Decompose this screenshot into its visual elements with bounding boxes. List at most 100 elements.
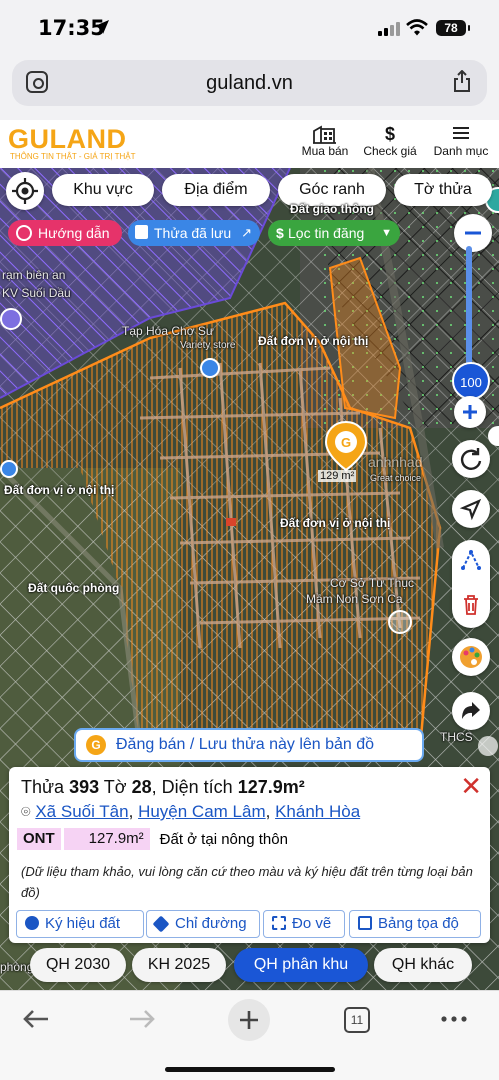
close-icon[interactable]: ✕ xyxy=(460,771,482,802)
directions-button[interactable]: Chỉ đường xyxy=(146,910,260,938)
nav-check-gia-label: Check giá xyxy=(363,144,417,158)
tab-count: 11 xyxy=(344,1007,370,1033)
checkbox-icon xyxy=(135,225,148,239)
nav-mua-ban[interactable]: Mua bán xyxy=(298,124,352,158)
url-text[interactable]: guland.vn xyxy=(12,72,487,95)
school-poi-icon[interactable] xyxy=(388,610,412,634)
label-dat-giao-thong: Đất giao thông xyxy=(290,202,374,216)
refresh-button[interactable] xyxy=(452,440,490,478)
map-style-button[interactable] xyxy=(452,638,490,676)
land-code-badge: ONT xyxy=(17,828,61,850)
label-dat-don-vi-top: Đất đơn vị ở nội thị xyxy=(258,334,369,348)
marker-area-label: 129 m² xyxy=(318,470,357,482)
guide-chip-label: Hướng dẫn xyxy=(38,225,110,241)
svg-text:G: G xyxy=(341,435,351,450)
label-dien-tich: , Diện tích xyxy=(151,777,238,797)
plan-qh-khac[interactable]: QH khác xyxy=(374,948,472,982)
tabs-button[interactable]: 11 xyxy=(338,999,378,1039)
draw-tools-group xyxy=(452,540,490,628)
nav-danh-muc-label: Danh mục xyxy=(433,144,489,158)
palette-icon xyxy=(25,916,39,930)
parcel-number: 393 xyxy=(69,777,100,797)
plan-kh-2025[interactable]: KH 2025 xyxy=(132,948,226,982)
label-co-so-tu-thuc: Cơ Sở Tư Thục xyxy=(330,576,415,590)
refresh-icon xyxy=(460,448,482,470)
listing-filter-label: Lọc tin đăng xyxy=(288,225,365,241)
site-header: GULAND THÔNG TIN THẬT - GIÁ TRỊ THẬT Mua… xyxy=(0,120,499,168)
label-mam-non: Mầm Non Sơn Ca xyxy=(306,592,403,606)
zoom-level-badge[interactable]: 100 xyxy=(452,362,490,400)
forward-arrow-icon[interactable] xyxy=(122,999,162,1039)
label-bien-an: rạm biên an xyxy=(2,268,66,282)
label-variety-store: Variety store xyxy=(180,340,236,351)
more-options-icon[interactable] xyxy=(434,999,474,1039)
commune-link[interactable]: Xã Suối Tân xyxy=(35,802,128,821)
parcel-title: Thửa 393 Tờ 28, Diện tích 127.9m² xyxy=(21,777,305,798)
guide-chip[interactable]: Hướng dẫn xyxy=(8,220,122,246)
guland-logo[interactable]: GULAND xyxy=(8,124,127,155)
location-pin-icon: ⌾ xyxy=(21,804,31,821)
label-dat-quoc-phong: Đất quốc phòng xyxy=(28,581,120,595)
coordinates-table-button[interactable]: Bảng tọa độ xyxy=(349,910,481,938)
post-parcel-button[interactable]: G Đăng bán / Lưu thửa này lên bản đồ xyxy=(74,728,424,762)
label-thua: Thửa xyxy=(21,777,70,797)
browser-address-area: guland.vn xyxy=(0,56,499,120)
nav-check-gia[interactable]: $ Check giá xyxy=(361,124,419,158)
measure-draw-icon[interactable] xyxy=(459,548,483,572)
land-symbol-button[interactable]: Ký hiệu đất xyxy=(16,910,144,938)
filter-dia-diem[interactable]: Địa điểm xyxy=(162,174,270,206)
map-pin-icon: G xyxy=(324,420,368,472)
external-link-icon: ↗ xyxy=(241,225,252,240)
status-bar: 17:35 78 xyxy=(0,0,499,56)
trash-icon[interactable] xyxy=(461,594,481,616)
district-link[interactable]: Huyện Cam Lâm xyxy=(138,802,266,821)
land-use-row: ONT 127.9m² Đất ở tại nông thôn xyxy=(17,828,288,850)
label-phong: phòng xyxy=(0,960,34,974)
share-map-button[interactable] xyxy=(452,692,490,730)
minus-icon xyxy=(465,231,481,235)
guide-icon xyxy=(16,225,32,241)
plan-qh-phan-khu[interactable]: QH phân khu xyxy=(234,948,368,982)
my-location-button[interactable] xyxy=(6,172,44,210)
label-thcs: THCS xyxy=(440,730,473,744)
wifi-icon xyxy=(406,19,428,36)
palette-icon xyxy=(460,646,482,668)
battery-indicator: 78 xyxy=(436,20,470,36)
filter-to-thua[interactable]: Tờ thửa xyxy=(394,174,492,206)
saved-parcels-chip[interactable]: Thửa đã lưu ↗ xyxy=(128,220,260,246)
filter-khu-vuc[interactable]: Khu vực xyxy=(52,174,154,206)
back-arrow-icon[interactable] xyxy=(16,999,56,1039)
table-icon xyxy=(358,916,372,930)
navigate-button[interactable] xyxy=(452,490,490,528)
saved-parcels-label: Thửa đã lưu xyxy=(154,225,232,241)
selected-parcel-marker[interactable]: G xyxy=(322,420,370,476)
logo-tagline: THÔNG TIN THẬT - GIÁ TRỊ THẬT xyxy=(10,152,136,161)
listing-filter-chip[interactable]: $ Lọc tin đăng ▼ xyxy=(268,220,400,246)
land-description: Đất ở tại nông thôn xyxy=(159,830,288,848)
poi-icon-left[interactable] xyxy=(0,460,18,478)
label-tap-hoa: Tạp Hóa Chợ Sư xyxy=(122,324,214,338)
shop-poi-icon[interactable] xyxy=(200,358,220,378)
poi-icon[interactable] xyxy=(0,308,22,330)
zoom-out-button[interactable] xyxy=(454,214,492,252)
zoom-slider-track[interactable] xyxy=(466,246,472,376)
plan-qh-2030[interactable]: QH 2030 xyxy=(30,948,126,982)
zoom-in-button[interactable] xyxy=(454,396,486,428)
measure-button[interactable]: Đo vẽ xyxy=(263,910,345,938)
province-link[interactable]: Khánh Hòa xyxy=(275,802,360,821)
coordinates-table-label: Bảng tọa độ xyxy=(378,915,459,932)
label-dat-don-vi-mid: Đất đơn vị ở nội thị xyxy=(280,516,391,530)
cell-signal-icon xyxy=(378,22,400,36)
address-bar[interactable]: guland.vn xyxy=(12,60,487,106)
dollar-icon: $ xyxy=(276,225,284,241)
dollar-icon: $ xyxy=(384,124,395,144)
label-kv-suoi-dau: KV Suối Dầu xyxy=(2,286,71,300)
new-tab-button[interactable] xyxy=(228,999,270,1041)
location-arrow-icon xyxy=(95,20,109,34)
share-icon[interactable] xyxy=(453,70,471,92)
browser-toolbar: 11 xyxy=(0,990,499,1080)
crosshair-icon xyxy=(12,178,38,204)
directions-icon xyxy=(152,915,170,933)
nav-danh-muc[interactable]: Danh mục xyxy=(431,124,491,158)
navigation-arrow-icon xyxy=(459,498,482,521)
